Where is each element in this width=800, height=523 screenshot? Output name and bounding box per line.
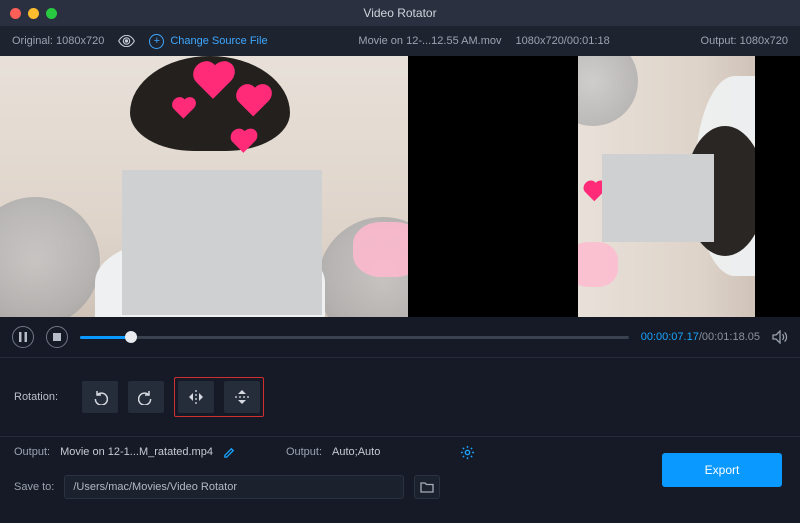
rotation-controls: Rotation: [0, 358, 800, 436]
export-button[interactable]: Export [662, 453, 782, 487]
save-path-input[interactable]: /Users/mac/Movies/Video Rotator [64, 475, 404, 499]
progress-slider[interactable] [80, 336, 629, 339]
total-time: /00:01:18.05 [699, 331, 760, 343]
transport-bar: 00:00:07.17/00:01:18.05 [0, 317, 800, 357]
plus-icon: + [149, 34, 164, 49]
stop-button[interactable] [46, 326, 68, 348]
save-to-label: Save to: [14, 481, 54, 493]
close-button[interactable] [10, 8, 21, 19]
output-filename: Movie on 12-1...M_ratated.mp4 [60, 446, 213, 458]
output-preset: Auto;Auto [332, 446, 380, 458]
source-meta: 1080x720/00:01:18 [515, 35, 609, 47]
original-preview [0, 56, 408, 317]
original-resolution-label: Original: 1080x720 [12, 35, 104, 47]
rotation-label: Rotation: [14, 391, 58, 403]
pause-button[interactable] [12, 326, 34, 348]
output-label-1: Output: [14, 446, 50, 458]
change-source-label: Change Source File [170, 35, 267, 47]
edit-filename-icon[interactable] [223, 446, 236, 459]
preview-toggle-icon[interactable] [118, 35, 135, 47]
time-display: 00:00:07.17/00:01:18.05 [641, 331, 760, 343]
window-title: Video Rotator [0, 6, 800, 20]
toolbar: Original: 1080x720 + Change Source File … [0, 26, 800, 56]
flip-controls-highlight [174, 377, 264, 417]
output-settings-icon[interactable] [460, 445, 475, 460]
source-filename: Movie on 12-...12.55 AM.mov [358, 35, 501, 47]
save-path-value: /Users/mac/Movies/Video Rotator [73, 481, 237, 493]
titlebar: Video Rotator [0, 0, 800, 26]
flip-vertical-button[interactable] [224, 381, 260, 413]
flip-horizontal-button[interactable] [178, 381, 214, 413]
change-source-button[interactable]: + Change Source File [149, 34, 267, 49]
current-time: 00:00:07.17 [641, 331, 699, 343]
volume-icon[interactable] [772, 330, 788, 344]
export-label: Export [705, 463, 740, 477]
browse-folder-button[interactable] [414, 475, 440, 499]
output-label-2: Output: [286, 446, 322, 458]
output-resolution-label: Output: 1080x720 [701, 35, 788, 47]
minimize-button[interactable] [28, 8, 39, 19]
window-controls [0, 8, 57, 19]
progress-thumb[interactable] [125, 331, 137, 343]
preview-area [0, 56, 800, 317]
output-preview [532, 56, 800, 317]
rotate-cw-button[interactable] [128, 381, 164, 413]
maximize-button[interactable] [46, 8, 57, 19]
rotate-ccw-button[interactable] [82, 381, 118, 413]
